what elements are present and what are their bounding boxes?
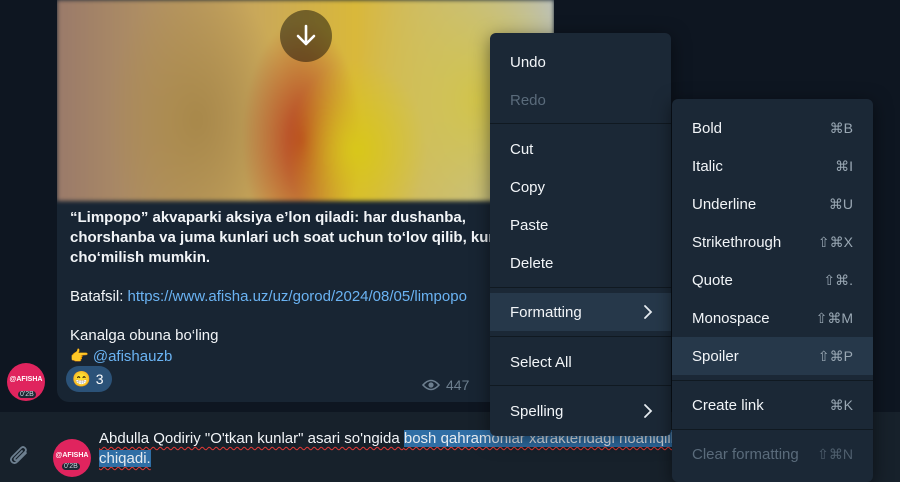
selected-text-line2: chiqadi. bbox=[99, 450, 151, 467]
clear-formatting-label: Clear formatting bbox=[692, 445, 799, 463]
menu-item-quote[interactable]: Quote ⇧⌘. bbox=[672, 261, 873, 299]
menu-item-create-link[interactable]: Create link ⌘K bbox=[672, 386, 873, 424]
sender-avatar-badge: 0'2B bbox=[62, 463, 80, 470]
menu-separator bbox=[490, 336, 671, 337]
post-title: “Limpopo” akvaparki aksiya e’lon qiladi:… bbox=[70, 209, 537, 266]
strikethrough-shortcut: ⇧⌘X bbox=[817, 233, 853, 250]
copy-label: Copy bbox=[510, 178, 546, 196]
download-button[interactable] bbox=[280, 10, 332, 62]
menu-item-strikethrough[interactable]: Strikethrough ⇧⌘X bbox=[672, 223, 873, 261]
bold-label: Bold bbox=[692, 119, 723, 137]
download-arrow-icon bbox=[296, 24, 316, 46]
select-all-label: Select All bbox=[510, 353, 572, 371]
monospace-label: Monospace bbox=[692, 309, 770, 327]
paperclip-icon bbox=[9, 446, 27, 465]
paste-label: Paste bbox=[510, 216, 549, 234]
menu-item-copy[interactable]: Copy bbox=[490, 168, 671, 206]
menu-item-clear-formatting: Clear formatting ⇧⌘N bbox=[672, 435, 873, 473]
italic-shortcut: ⌘I bbox=[835, 157, 853, 174]
context-menu: Undo Redo Cut Copy Paste Delete Formatti… bbox=[490, 33, 671, 436]
quote-label: Quote bbox=[692, 271, 733, 289]
channel-handle-link[interactable]: @afishauzb bbox=[93, 348, 172, 365]
menu-item-underline[interactable]: Underline ⌘U bbox=[672, 185, 873, 223]
spelling-label: Spelling bbox=[510, 402, 564, 420]
menu-item-bold[interactable]: Bold ⌘B bbox=[672, 109, 873, 147]
input-text-plain: Abdulla Qodiriy "O'tkan kunlar" asari so… bbox=[99, 430, 404, 447]
underline-label: Underline bbox=[692, 195, 757, 213]
menu-item-monospace[interactable]: Monospace ⇧⌘M bbox=[672, 299, 873, 337]
menu-separator bbox=[490, 123, 671, 124]
subscribe-text: Kanalga obuna bo‘ling bbox=[70, 327, 219, 344]
grin-emoji: 😁 bbox=[72, 371, 91, 388]
message-bubble: “Limpopo” akvaparki aksiya e’lon qiladi:… bbox=[57, 0, 554, 402]
menu-item-paste[interactable]: Paste bbox=[490, 206, 671, 244]
menu-separator bbox=[672, 380, 873, 381]
menu-item-select-all[interactable]: Select All bbox=[490, 343, 671, 381]
underline-shortcut: ⌘U bbox=[828, 195, 853, 212]
spoiler-label: Spoiler bbox=[692, 347, 739, 365]
strikethrough-label: Strikethrough bbox=[692, 233, 782, 251]
formatting-label: Formatting bbox=[510, 303, 582, 321]
menu-item-italic[interactable]: Italic ⌘I bbox=[672, 147, 873, 185]
formatting-submenu: Bold ⌘B Italic ⌘I Underline ⌘U Strikethroug… bbox=[672, 99, 873, 482]
reaction-badge[interactable]: 😁 3 bbox=[66, 366, 112, 392]
menu-item-spoiler[interactable]: Spoiler ⇧⌘P bbox=[672, 337, 873, 375]
attach-button[interactable] bbox=[8, 442, 30, 473]
monospace-shortcut: ⇧⌘M bbox=[815, 309, 853, 326]
sender-avatar-logo-text: @AFISHA bbox=[55, 452, 89, 459]
avatar-badge: 0'2B bbox=[18, 391, 36, 398]
unselected-text: Abdulla Qodiriy "O'tkan kunlar" asari so… bbox=[99, 430, 404, 447]
eye-icon bbox=[422, 379, 440, 391]
details-label: Batafsil: bbox=[70, 288, 124, 305]
menu-item-delete[interactable]: Delete bbox=[490, 244, 671, 282]
menu-item-cut[interactable]: Cut bbox=[490, 130, 671, 168]
cut-label: Cut bbox=[510, 140, 534, 158]
create-link-shortcut: ⌘K bbox=[829, 396, 853, 413]
chevron-right-icon bbox=[644, 404, 653, 418]
clear-formatting-shortcut: ⇧⌘N bbox=[817, 445, 853, 462]
details-line: Batafsil: https://www.afisha.uz/uz/gorod… bbox=[70, 288, 467, 305]
undo-label: Undo bbox=[510, 53, 546, 71]
channel-line: 👉 @afishauzb bbox=[70, 347, 172, 365]
views-counter: 447 bbox=[422, 377, 469, 393]
spoiler-shortcut: ⇧⌘P bbox=[817, 347, 853, 364]
delete-label: Delete bbox=[510, 254, 554, 272]
menu-item-undo[interactable]: Undo bbox=[490, 43, 671, 81]
quote-shortcut: ⇧⌘. bbox=[823, 271, 853, 288]
menu-separator bbox=[490, 287, 671, 288]
chevron-right-icon bbox=[644, 305, 653, 319]
sender-avatar[interactable]: @AFISHA bbox=[53, 439, 91, 477]
views-count: 447 bbox=[446, 377, 470, 393]
menu-item-formatting[interactable]: Formatting bbox=[490, 293, 671, 331]
italic-label: Italic bbox=[692, 157, 723, 175]
menu-separator bbox=[490, 385, 671, 386]
redo-label: Redo bbox=[510, 91, 546, 109]
pointing-hand-emoji: 👉 bbox=[70, 348, 89, 365]
menu-separator bbox=[672, 429, 873, 430]
menu-item-redo: Redo bbox=[490, 81, 671, 119]
create-link-label: Create link bbox=[692, 396, 764, 414]
avatar-logo-text: @AFISHA bbox=[9, 376, 43, 383]
bold-shortcut: ⌘B bbox=[829, 119, 853, 136]
reaction-count: 3 bbox=[95, 371, 104, 387]
menu-item-spelling[interactable]: Spelling bbox=[490, 392, 671, 430]
details-link[interactable]: https://www.afisha.uz/uz/gorod/2024/08/0… bbox=[128, 288, 467, 305]
